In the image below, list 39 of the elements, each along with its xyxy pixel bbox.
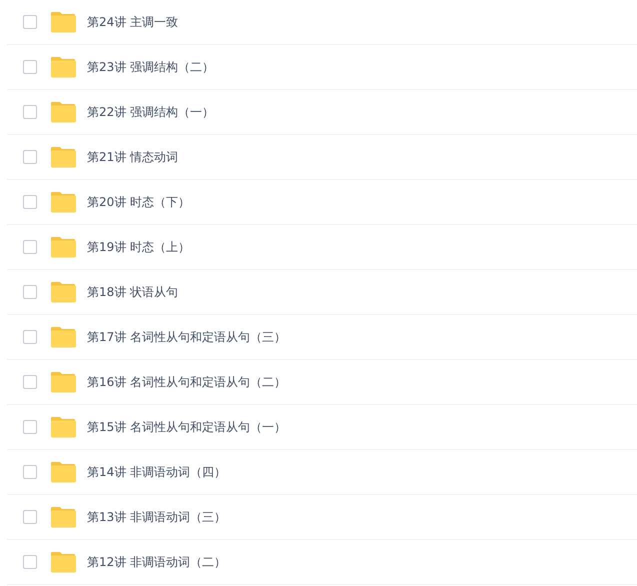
checkbox[interactable] — [23, 105, 37, 119]
folder-name[interactable]: 第21讲 情态动词 — [87, 148, 178, 166]
folder-icon — [50, 56, 76, 78]
folder-icon — [50, 236, 76, 258]
folder-name[interactable]: 第20讲 时态（下） — [87, 193, 190, 211]
folder-icon — [50, 146, 76, 168]
folder-name[interactable]: 第24讲 主调一致 — [87, 13, 178, 31]
folder-icon — [50, 416, 76, 438]
folder-name[interactable]: 第12讲 非调语动词（二） — [87, 553, 226, 571]
folder-icon — [50, 371, 76, 393]
folder-icon — [50, 461, 76, 483]
folder-icon — [50, 326, 76, 348]
folder-icon — [50, 506, 76, 528]
checkbox[interactable] — [23, 555, 37, 569]
checkbox[interactable] — [23, 195, 37, 209]
checkbox[interactable] — [23, 465, 37, 479]
checkbox[interactable] — [23, 330, 37, 344]
folder-name[interactable]: 第18讲 状语从句 — [87, 283, 178, 301]
checkbox[interactable] — [23, 150, 37, 164]
folder-icon — [50, 101, 76, 123]
checkbox[interactable] — [23, 15, 37, 29]
folder-name[interactable]: 第16讲 名词性从句和定语从句（二） — [87, 373, 286, 391]
folder-icon — [50, 551, 76, 573]
folder-name[interactable]: 第13讲 非调语动词（三） — [87, 508, 226, 526]
folder-name[interactable]: 第22讲 强调结构（一） — [87, 103, 214, 121]
checkbox[interactable] — [23, 375, 37, 389]
folder-icon — [50, 191, 76, 213]
checkbox[interactable] — [23, 60, 37, 74]
folder-name[interactable]: 第14讲 非调语动词（四） — [87, 463, 226, 481]
checkbox[interactable] — [23, 510, 37, 524]
folder-name[interactable]: 第23讲 强调结构（二） — [87, 58, 214, 76]
checkbox[interactable] — [23, 285, 37, 299]
checkbox[interactable] — [23, 240, 37, 254]
folder-name[interactable]: 第17讲 名词性从句和定语从句（三） — [87, 328, 286, 346]
folder-name[interactable]: 第19讲 时态（上） — [87, 238, 190, 256]
folder-name[interactable]: 第15讲 名词性从句和定语从句（一） — [87, 418, 286, 436]
checkbox[interactable] — [23, 420, 37, 434]
folder-icon — [50, 11, 76, 33]
folder-icon — [50, 281, 76, 303]
